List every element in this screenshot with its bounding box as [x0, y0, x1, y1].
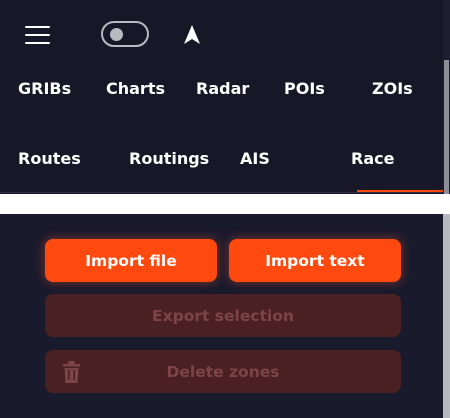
hamburger-menu-icon[interactable] [25, 26, 50, 44]
export-selection-button: Export selection [45, 294, 401, 337]
import-file-button[interactable]: Import file [45, 239, 217, 282]
tab-bar: GRIBs Charts Radar POIs ZOIs Routes Rout… [0, 70, 443, 194]
tab-routings[interactable]: Routings [129, 149, 209, 168]
top-toolbar [0, 0, 443, 70]
tab-zois[interactable]: ZOIs [372, 79, 413, 98]
tab-ais[interactable]: AIS [240, 149, 270, 168]
tab-scrollbar-thumb[interactable] [444, 60, 449, 194]
tab-radar[interactable]: Radar [196, 79, 249, 98]
tab-pois[interactable]: POIs [284, 79, 325, 98]
tab-charts[interactable]: Charts [106, 79, 165, 98]
tab-race[interactable]: Race [351, 149, 394, 168]
tab-gribs[interactable]: GRIBs [18, 79, 71, 98]
tab-routes[interactable]: Routes [18, 149, 81, 168]
tab-scrollbar[interactable] [443, 0, 450, 194]
toggle-switch[interactable] [101, 21, 149, 47]
tab-row-divider [0, 192, 443, 193]
panel-scrollbar[interactable] [443, 214, 450, 418]
section-separator [0, 194, 450, 214]
trash-icon [63, 361, 80, 383]
delete-zones-button: Delete zones [45, 350, 401, 393]
import-text-button[interactable]: Import text [229, 239, 401, 282]
toggle-knob [110, 28, 123, 41]
navigation-arrow-icon[interactable] [182, 24, 202, 46]
